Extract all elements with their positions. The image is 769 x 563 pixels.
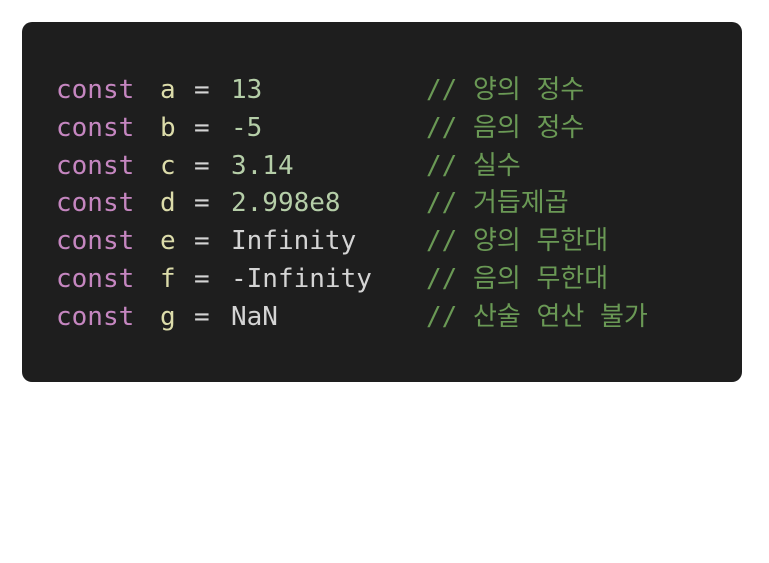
code-lines: const a = 13 // 양의 정수 const b = -5 // 음의…: [56, 72, 648, 337]
comment-token: // 양의 무한대: [426, 226, 609, 257]
code-line: const b = -5 // 음의 정수: [56, 110, 584, 148]
comment-token: // 음의 무한대: [426, 263, 609, 294]
value-token: -Infinity: [231, 263, 372, 294]
identifier-token: a: [160, 75, 176, 105]
keyword-token: const: [56, 75, 135, 105]
identifier-token: e: [160, 226, 176, 257]
operator-token: =: [194, 150, 210, 181]
keyword-token: const: [56, 226, 135, 257]
code-line: const d = 2.998e8 // 거듭제곱: [56, 185, 569, 223]
code-line: const e = Infinity // 양의 무한대: [56, 223, 608, 261]
value-token: NaN: [231, 301, 278, 332]
comment-token: // 실수: [426, 150, 521, 181]
value-token: 2.998e8: [231, 188, 341, 219]
value-token: Infinity: [231, 226, 357, 257]
code-line: const c = 3.14 // 실수: [56, 148, 521, 186]
value-token: -5: [231, 112, 263, 143]
comment-token: // 양의 정수: [426, 75, 585, 105]
operator-token: =: [194, 188, 210, 219]
value-token: 13: [231, 75, 263, 105]
operator-token: =: [194, 226, 210, 257]
identifier-token: g: [160, 301, 176, 332]
identifier-token: c: [160, 150, 176, 181]
code-line: const a = 13 // 양의 정수: [56, 72, 584, 110]
keyword-token: const: [56, 112, 135, 143]
identifier-token: f: [160, 263, 176, 294]
keyword-token: const: [56, 301, 135, 332]
code-line: const g = NaN // 산술 연산 불가: [56, 299, 648, 337]
code-line: const f = -Infinity // 음의 무한대: [56, 261, 608, 299]
identifier-token: b: [160, 112, 176, 143]
operator-token: =: [194, 301, 210, 332]
keyword-token: const: [56, 150, 135, 181]
operator-token: =: [194, 263, 210, 294]
operator-token: =: [194, 112, 210, 143]
comment-token: // 거듭제곱: [426, 188, 569, 219]
operator-token: =: [194, 75, 210, 105]
comment-token: // 음의 정수: [426, 112, 585, 143]
comment-token: // 산술 연산 불가: [426, 301, 648, 332]
value-token: 3.14: [231, 150, 294, 181]
code-block: const a = 13 // 양의 정수 const b = -5 // 음의…: [22, 22, 742, 382]
keyword-token: const: [56, 263, 135, 294]
keyword-token: const: [56, 188, 135, 219]
identifier-token: d: [160, 188, 176, 219]
